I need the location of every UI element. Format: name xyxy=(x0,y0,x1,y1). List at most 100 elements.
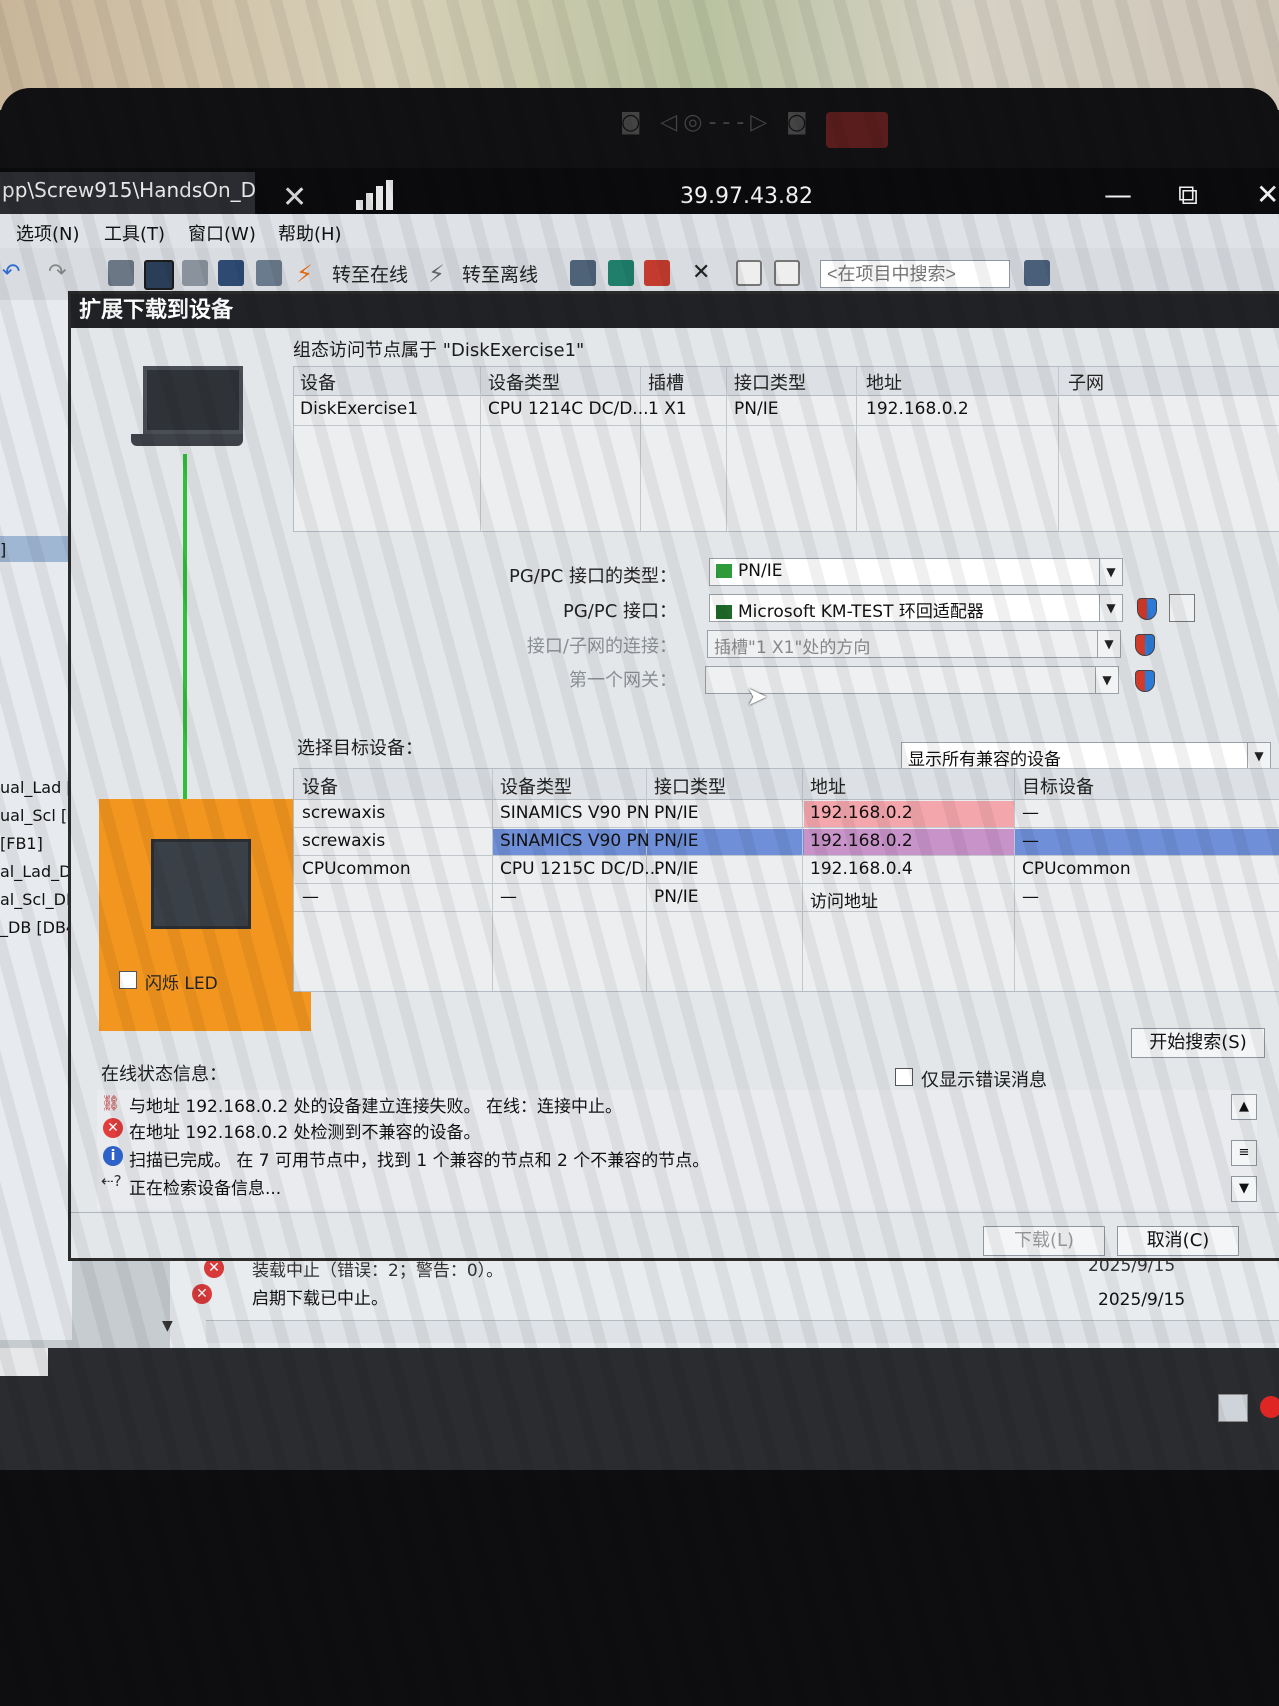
horizontal-scrollbar[interactable] xyxy=(206,1320,1279,1343)
error-icon: ✕ xyxy=(192,1284,212,1304)
table-row[interactable]: — — PN/IE 访问地址 — xyxy=(294,885,1279,912)
config-table: 设备 设备类型 插槽 接口类型 地址 子网 DiskExercise1 CPU … xyxy=(293,366,1279,532)
close-button[interactable]: ✕ xyxy=(1256,178,1279,211)
target-cell: PN/IE xyxy=(654,859,699,879)
pin-icon[interactable]: ✕ xyxy=(282,180,307,215)
start-simulation-icon[interactable] xyxy=(218,260,244,286)
menu-help[interactable]: 帮助(H) xyxy=(278,220,342,246)
log-row-text: 启期下载已中止。 xyxy=(252,1289,388,1309)
pgpc-laptop-icon xyxy=(143,366,243,434)
subnet-connection-select[interactable]: 插槽"1 X1"处的方向 ▼ xyxy=(707,630,1121,658)
device-filter-select[interactable]: 显示所有兼容的设备 ▼ xyxy=(901,742,1271,770)
config-cell[interactable]: DiskExercise1 xyxy=(300,399,418,419)
first-gateway-label: 第一个网关： xyxy=(569,670,677,691)
shield-icon xyxy=(1135,670,1155,692)
project-tree-item[interactable]: ual_Scl [F xyxy=(0,806,76,825)
upload-from-device-icon[interactable] xyxy=(182,260,208,286)
chevron-down-icon[interactable]: ▼ xyxy=(1095,667,1118,693)
project-tree-item[interactable]: _DB [DB4 xyxy=(0,918,76,937)
cross-reference-icon[interactable]: ✕ xyxy=(692,260,718,286)
col-address: 地址 xyxy=(810,777,846,798)
project-tree-item[interactable]: ual_Lad [ xyxy=(0,778,73,797)
status-message-list: ⛓ 与地址 192.168.0.2 处的设备建立连接失败。 在线：连接中止。 ✕… xyxy=(97,1090,1257,1210)
status-message: 在地址 192.168.0.2 处检测到不兼容的设备。 xyxy=(129,1123,481,1143)
status-message: 扫描已完成。 在 7 可用节点中，找到 1 个兼容的节点和 2 个不兼容的节点。 xyxy=(129,1151,710,1171)
target-cell: screwaxis xyxy=(302,831,386,851)
pgpc-type-select[interactable]: PN/IE ▼ xyxy=(709,558,1123,586)
remote-ip: 39.97.43.82 xyxy=(680,184,813,209)
download-button[interactable]: 下载(L) xyxy=(983,1226,1105,1256)
log-row-date: 2025/9/15 xyxy=(1098,1290,1186,1310)
table-row[interactable]: screwaxis SINAMICS V90 PN PN/IE 192.168.… xyxy=(294,801,1279,827)
scroll-down-button[interactable]: ▼ xyxy=(1231,1176,1257,1202)
split-vertical-icon[interactable] xyxy=(774,260,800,286)
target-device-table: 设备 设备类型 接口类型 地址 目标设备 screwaxis SINAMICS … xyxy=(293,768,1279,992)
start-cpu-icon[interactable] xyxy=(608,260,634,286)
chevron-down-icon[interactable]: ▼ xyxy=(1247,743,1270,769)
interface-properties-icon[interactable] xyxy=(1169,594,1195,622)
target-cell: PN/IE xyxy=(654,887,699,907)
search-project-icon[interactable] xyxy=(1024,260,1050,286)
stop-simulation-icon[interactable] xyxy=(256,260,282,286)
project-tree-item[interactable]: ] xyxy=(0,540,6,559)
project-tree-item[interactable]: al_Lad_D xyxy=(0,862,71,881)
menu-tools[interactable]: 工具(T) xyxy=(104,220,165,246)
config-cell: PN/IE xyxy=(734,399,779,419)
project-tree-item[interactable]: [FB1] xyxy=(0,834,43,853)
flash-led-checkbox[interactable] xyxy=(119,971,137,989)
network-adapter-icon xyxy=(716,605,732,619)
target-cell: SINAMICS V90 PN xyxy=(500,831,650,851)
compile-icon[interactable] xyxy=(108,260,134,286)
project-tree-selection xyxy=(0,536,70,562)
target-cell: screwaxis xyxy=(302,803,386,823)
download-to-device-icon[interactable] xyxy=(144,260,174,290)
go-offline-icon[interactable]: ⚡ xyxy=(428,260,454,288)
project-search-input[interactable] xyxy=(820,260,1010,288)
menu-window[interactable]: 窗口(W) xyxy=(188,220,256,246)
cancel-button[interactable]: 取消(C) xyxy=(1117,1226,1239,1256)
chevron-down-icon[interactable]: ▼ xyxy=(162,1318,173,1334)
properties-icon[interactable] xyxy=(1218,1394,1248,1422)
go-offline-button[interactable]: 转至离线 xyxy=(462,260,538,287)
minimize-button[interactable]: — xyxy=(1104,178,1132,211)
go-online-button[interactable]: 转至在线 xyxy=(332,260,408,287)
config-cell: 192.168.0.2 xyxy=(866,399,969,419)
start-search-button[interactable]: 开始搜索(S) xyxy=(1131,1028,1265,1058)
pgpc-interface-label: PG/PC 接口： xyxy=(562,601,677,622)
pnie-icon xyxy=(716,564,732,578)
redo-icon[interactable]: ↷ xyxy=(48,260,74,286)
target-cell: — xyxy=(1022,831,1039,851)
table-row[interactable]: CPUcommon CPU 1215C DC/D... PN/IE 192.16… xyxy=(294,857,1279,883)
restore-button[interactable]: ⧉ xyxy=(1178,178,1198,212)
network-link-line xyxy=(183,454,187,799)
status-message: 与地址 192.168.0.2 处的设备建立连接失败。 在线：连接中止。 xyxy=(129,1097,622,1117)
col-interface-type: 接口类型 xyxy=(654,777,726,798)
split-horizontal-icon[interactable] xyxy=(736,260,762,286)
only-errors-checkbox[interactable] xyxy=(895,1068,913,1086)
subnet-connection-label: 接口/子网的连接： xyxy=(526,636,677,657)
footer-divider xyxy=(71,1212,1279,1213)
menu-options[interactable]: 选项(N) xyxy=(16,220,80,246)
shield-icon xyxy=(1135,634,1155,656)
scroll-up-button[interactable]: ▲ xyxy=(1231,1094,1257,1120)
table-row[interactable]: screwaxis SINAMICS V90 PN PN/IE 192.168.… xyxy=(294,829,1279,855)
chevron-down-icon[interactable]: ▼ xyxy=(1099,595,1122,621)
undo-icon[interactable]: ↶ xyxy=(2,260,28,286)
accessible-devices-icon[interactable] xyxy=(570,260,596,286)
col-address: 地址 xyxy=(866,373,902,394)
dialog-title: 扩展下载到设备 xyxy=(71,294,1279,328)
col-device-type: 设备类型 xyxy=(500,777,572,798)
go-online-icon[interactable]: ⚡ xyxy=(296,260,322,288)
pgpc-type-label: PG/PC 接口的类型： xyxy=(508,566,677,587)
target-cell: 192.168.0.2 xyxy=(810,803,913,823)
project-tree-item[interactable]: al_Scl_DE xyxy=(0,890,76,909)
chevron-down-icon[interactable]: ▼ xyxy=(1097,631,1120,657)
col-slot: 插槽 xyxy=(648,373,684,394)
pgpc-interface-select[interactable]: Microsoft KM-TEST 环回适配器 ▼ xyxy=(709,594,1123,622)
scroll-middle-icon[interactable]: ≡ xyxy=(1231,1140,1257,1166)
stop-cpu-icon[interactable] xyxy=(644,260,670,286)
error-status-icon[interactable] xyxy=(1260,1396,1279,1418)
chevron-down-icon[interactable]: ▼ xyxy=(1099,559,1122,585)
target-cell: SINAMICS V90 PN xyxy=(500,803,650,823)
col-device-type: 设备类型 xyxy=(488,373,560,394)
